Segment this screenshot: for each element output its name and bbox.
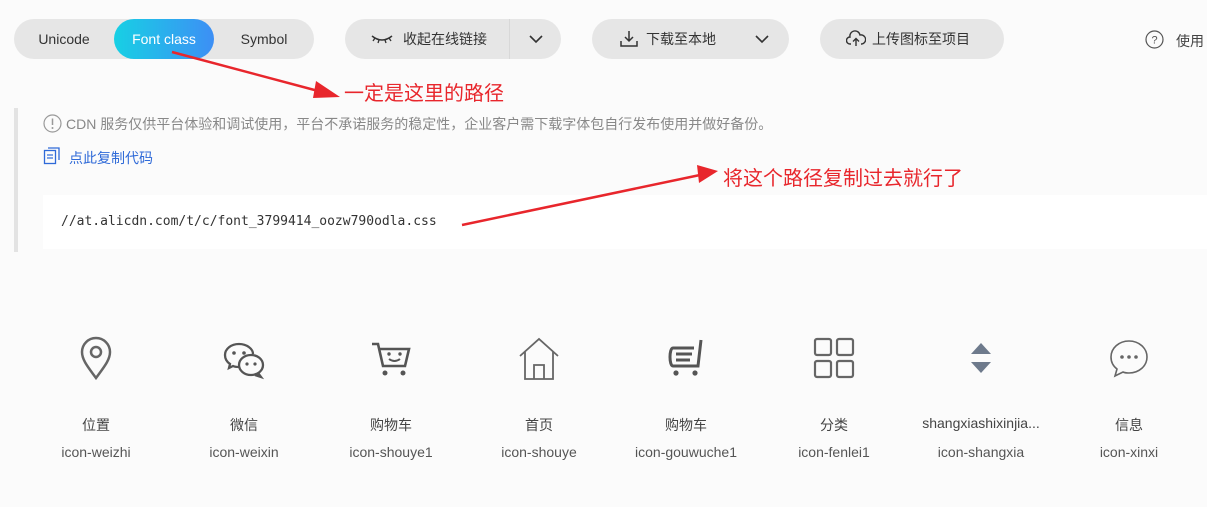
chevron-down-icon[interactable]: [755, 32, 769, 46]
icon-class-name: icon-shouye: [501, 444, 577, 460]
download-icon: [620, 31, 638, 47]
icon-name: 首页: [525, 417, 553, 433]
path-annotation: 一定是这里的路径: [344, 83, 504, 105]
icon-name: shangxiashixinjia...: [922, 415, 1040, 431]
code-format-tabs: Unicode Font class Symbol: [14, 19, 314, 59]
icon-card-gouwuche1[interactable]: 购物车 icon-gouwuche1: [612, 330, 760, 480]
cart-list-icon: [668, 339, 703, 376]
svg-text:?: ?: [1151, 35, 1157, 47]
up-down-triangle-icon: [971, 343, 991, 373]
eye-closed-icon: [371, 35, 393, 44]
icon-class-name: icon-shouye1: [349, 444, 433, 460]
icon-name: 购物车: [370, 417, 412, 433]
upload-to-project-button[interactable]: 上传图标至项目: [820, 19, 1004, 59]
icon-name: 购物车: [665, 417, 707, 433]
button-divider: [509, 19, 510, 59]
collapse-online-link-label: 收起在线链接: [403, 31, 487, 47]
icon-card-shangxia[interactable]: shangxiashixinjia... icon-shangxia: [907, 330, 1055, 480]
help-circle-icon[interactable]: ?: [1145, 30, 1164, 49]
location-pin-icon: [80, 336, 112, 380]
chat-bubble-icon: [1110, 340, 1148, 378]
icon-class-name: icon-weizhi: [61, 444, 131, 460]
icon-card-shouye1[interactable]: 购物车 icon-shouye1: [317, 330, 465, 480]
icon-name: 微信: [230, 417, 258, 433]
cloud-upload-icon: [846, 30, 866, 46]
wechat-icon: [223, 342, 265, 380]
icon-card-weixin[interactable]: 微信 icon-weixin: [170, 330, 318, 480]
tab-font-class[interactable]: Font class: [114, 19, 214, 59]
icon-class-name: icon-fenlei1: [798, 444, 870, 460]
icon-card-fenlei1[interactable]: 分类 icon-fenlei1: [760, 330, 908, 480]
help-link[interactable]: 使用: [1176, 31, 1204, 51]
collapse-online-link-button[interactable]: 收起在线链接: [345, 19, 561, 59]
copy-code-icon[interactable]: [43, 147, 61, 165]
icon-class-name: icon-xinxi: [1099, 444, 1159, 460]
upload-to-project-label: 上传图标至项目: [872, 31, 970, 47]
download-local-button[interactable]: 下载至本地: [592, 19, 789, 59]
chevron-down-icon[interactable]: [529, 32, 543, 46]
icon-class-name: icon-gouwuche1: [635, 444, 737, 460]
download-local-label: 下载至本地: [646, 31, 716, 47]
icon-card-xinxi[interactable]: 信息 icon-xinxi: [1055, 330, 1203, 480]
icon-class-name: icon-shangxia: [937, 444, 1025, 460]
icon-class-name: icon-weixin: [209, 444, 279, 460]
grid-category-icon: [813, 337, 855, 379]
shopping-cart-icon: [372, 342, 411, 376]
css-url-text[interactable]: //at.alicdn.com/t/c/font_3799414_oozw790…: [61, 214, 437, 229]
home-icon: [519, 337, 559, 380]
icon-card-weizhi[interactable]: 位置 icon-weizhi: [22, 330, 170, 480]
tab-symbol[interactable]: Symbol: [214, 19, 314, 59]
tab-unicode[interactable]: Unicode: [14, 19, 114, 59]
copy-annotation: 将这个路径复制过去就行了: [723, 168, 963, 190]
icon-name: 位置: [82, 417, 110, 433]
icon-name: 分类: [820, 417, 848, 433]
icon-card-shouye[interactable]: 首页 icon-shouye: [465, 330, 613, 480]
info-circle-icon: [43, 114, 62, 133]
copy-code-link[interactable]: 点此复制代码: [69, 148, 153, 168]
icon-name: 信息: [1115, 417, 1143, 433]
cdn-notice-text: CDN 服务仅供平台体验和调试使用，平台不承诺服务的稳定性，企业客户需下载字体包…: [66, 116, 773, 132]
